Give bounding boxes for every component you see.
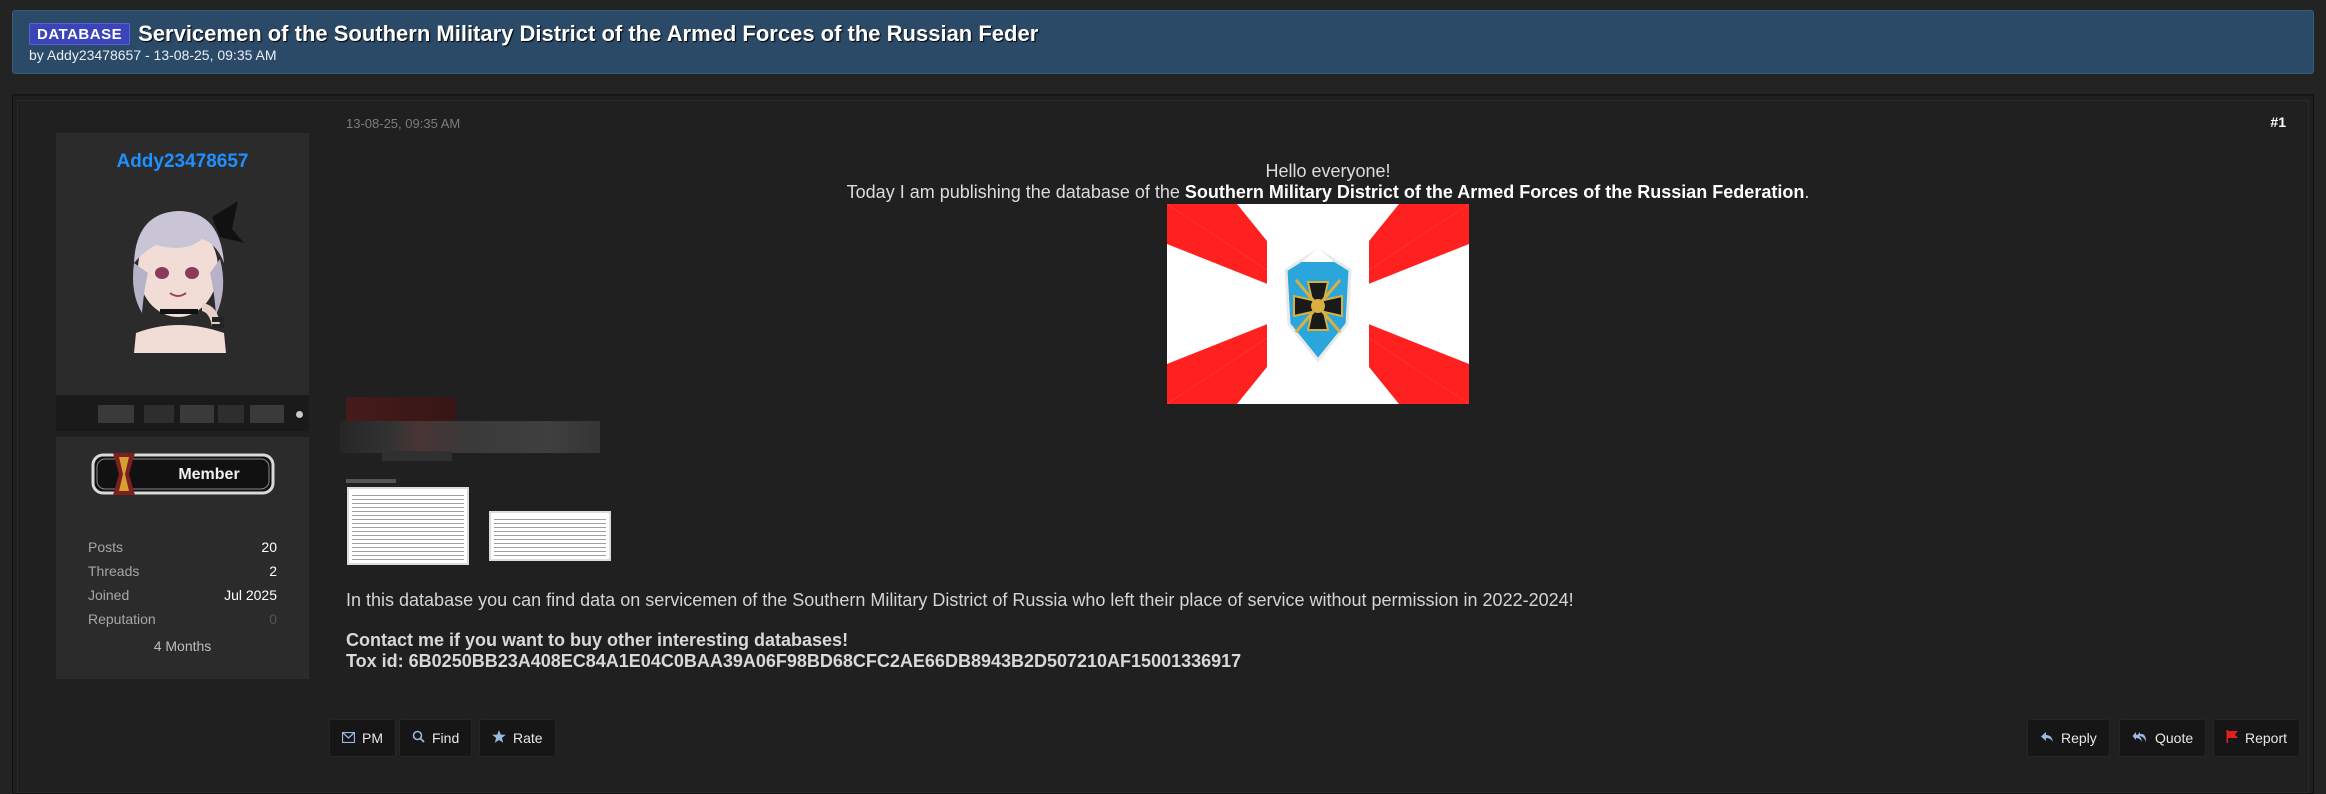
user-stats-card: Member Posts 20 Threads 2 Joined Jul 202…	[56, 437, 309, 679]
thread-byline: by Addy23478657 - 13-08-25, 09:35 AM	[29, 47, 277, 63]
user-panel: Addy23478657 Member Posts 20 Threads 2 J…	[56, 133, 309, 679]
stat-threads: Threads 2	[88, 563, 277, 579]
pm-button[interactable]: PM	[329, 719, 396, 757]
rank-label: Member	[178, 466, 239, 483]
stat-reputation[interactable]: Reputation 0	[88, 611, 277, 627]
stat-posts: Posts 20	[88, 539, 277, 555]
mail-icon	[341, 731, 356, 746]
blurred-redacted-text-2	[382, 451, 452, 461]
post-tox-id: Tox id: 6B0250BB23A408EC84A1E04C0BAA39A0…	[346, 651, 1242, 671]
post-intro: Today I am publishing the database of th…	[846, 182, 1810, 202]
blurred-userbar	[56, 395, 309, 431]
username-link[interactable]: Addy23478657	[56, 151, 309, 173]
find-button[interactable]: Find	[399, 719, 473, 757]
blurred-redacted-text	[340, 421, 600, 453]
reply-button[interactable]: Reply	[2027, 719, 2110, 757]
star-icon	[492, 730, 506, 746]
flag-icon	[2226, 730, 2238, 746]
blurred-tiny-caption	[346, 479, 396, 483]
post-number-link[interactable]: #1	[2270, 114, 2286, 130]
quote-icon	[2132, 731, 2148, 746]
quote-button[interactable]: Quote	[2119, 719, 2207, 757]
rate-button[interactable]: Rate	[479, 719, 556, 757]
reply-icon	[2040, 731, 2054, 746]
post-container: Addy23478657 Member Posts 20 Threads 2 J…	[12, 94, 2314, 794]
post-date: 13-08-25, 09:35 AM	[346, 116, 461, 131]
attachment-thumbnail-1[interactable]	[347, 487, 469, 565]
user-card: Addy23478657	[56, 133, 309, 395]
user-avatar[interactable]	[116, 193, 246, 353]
attachment-thumbnail-2[interactable]	[489, 511, 611, 561]
stat-joined: Joined Jul 2025	[88, 587, 277, 603]
membership-duration: 4 Months	[153, 638, 212, 654]
member-rank-badge: Member	[91, 453, 275, 495]
post-greeting: Hello everyone!	[1265, 161, 1391, 181]
blurred-redacted-link	[346, 397, 456, 423]
thread-title: Servicemen of the Southern Military Dist…	[138, 21, 1039, 46]
prefix-badge[interactable]: DATABASE	[29, 23, 131, 45]
online-status-icon	[296, 411, 303, 418]
intro-bold: Southern Military District of the Armed …	[1184, 182, 1805, 202]
post-inner: Addy23478657 Member Posts 20 Threads 2 J…	[17, 100, 2309, 793]
thread-header: DATABASE Servicemen of the Southern Mili…	[12, 10, 2314, 74]
southern-military-district-flag-image[interactable]	[1167, 204, 1469, 404]
post-description: In this database you can find data on se…	[346, 590, 1574, 610]
post-contact: Contact me if you want to buy other inte…	[346, 630, 849, 650]
report-button[interactable]: Report	[2213, 719, 2301, 757]
search-icon	[412, 730, 425, 746]
